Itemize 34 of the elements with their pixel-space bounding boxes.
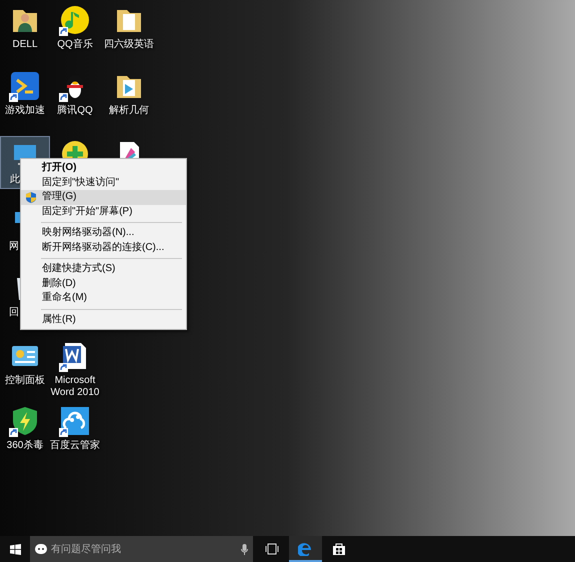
- menu-item[interactable]: 映射网络驱动器(N)...: [21, 226, 186, 240]
- task-view-icon: [265, 540, 280, 556]
- menu-item[interactable]: 打开(O): [21, 161, 186, 176]
- menu-item[interactable]: 固定到"开始"屏幕(P): [21, 204, 186, 219]
- menu-item[interactable]: 创建快捷方式(S): [21, 262, 186, 276]
- shopping-bag-icon: [331, 540, 346, 556]
- music-note-icon[interactable]: [59, 4, 91, 36]
- menu-item[interactable]: 删除(D): [21, 276, 186, 291]
- search-field[interactable]: 有问题尽管问我: [30, 536, 253, 562]
- icon-label: DELL: [12, 39, 38, 51]
- icon-label: 百度云管家: [50, 440, 100, 452]
- menu-item[interactable]: 属性(R): [21, 312, 186, 327]
- icon-label: QQ音乐: [57, 39, 93, 51]
- icon-label: 解析几何: [109, 105, 149, 117]
- icon-label: 回: [9, 307, 19, 319]
- icon-label: Microsoft Word 2010: [50, 375, 100, 399]
- assistant-icon: [35, 544, 47, 554]
- menu-item[interactable]: 固定到"快速访问": [21, 176, 186, 190]
- windows-logo-icon: [10, 544, 20, 554]
- menu-item[interactable]: 重命名(M): [21, 291, 186, 306]
- cloud-icon[interactable]: [59, 405, 91, 437]
- icon-label: 此: [10, 174, 20, 186]
- shield-icon: [26, 192, 36, 203]
- icon-label: 游戏加速: [5, 105, 45, 117]
- search-input[interactable]: 有问题尽管问我: [51, 542, 237, 556]
- icon-label: 腾讯QQ: [57, 105, 93, 117]
- icon-label: 360杀毒: [6, 440, 44, 452]
- menu-item[interactable]: 管理(G): [21, 190, 186, 204]
- icon-label: 网: [9, 241, 19, 253]
- menu-item[interactable]: 断开网络驱动器的连接(C)...: [21, 240, 186, 255]
- icon-label: 控制面板: [5, 375, 45, 387]
- edge-browser-icon: [298, 540, 313, 556]
- microphone-icon[interactable]: [241, 544, 248, 554]
- icon-label: 四六级英语: [104, 39, 154, 51]
